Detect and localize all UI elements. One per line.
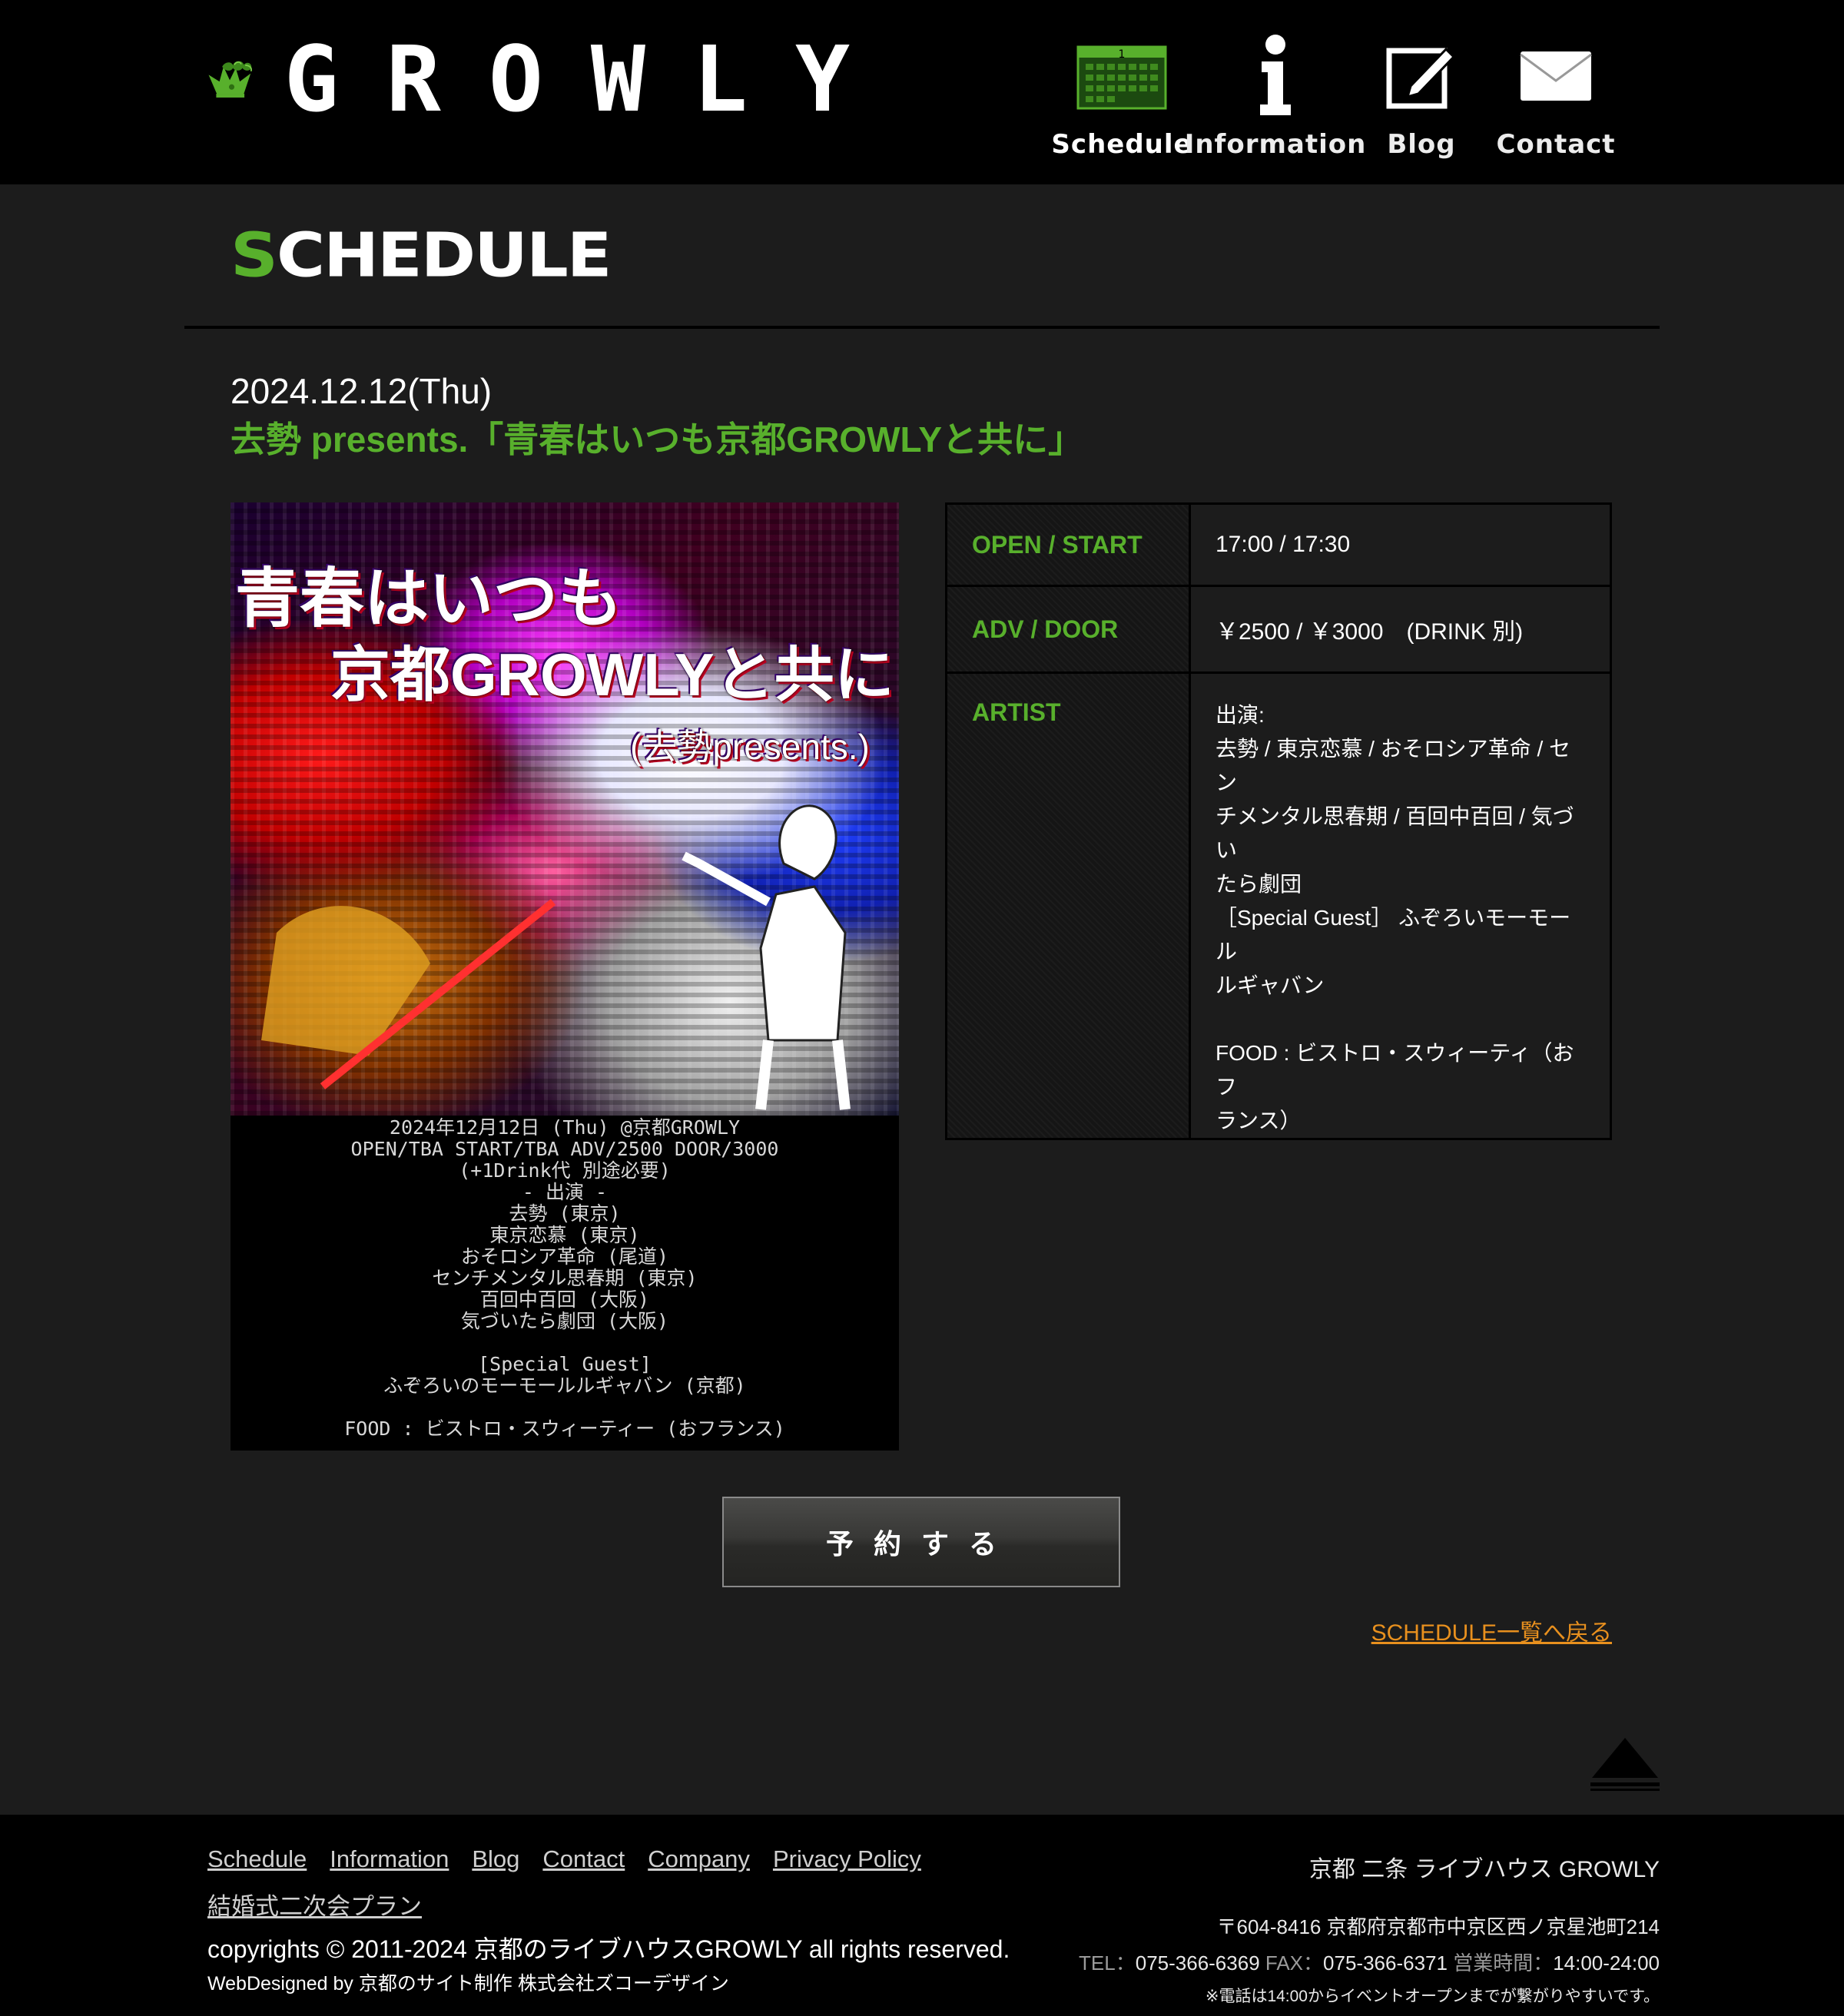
nav-contact[interactable]: Contact [1483,31,1629,160]
adv-door-label: ADV / DOOR [945,585,1191,674]
page-title-first-letter: S [230,220,278,291]
fax-number: 075-366-6371 [1323,1951,1448,1975]
artist-label: ARTIST [945,671,1191,1140]
artist-line: たら劇団 [1216,872,1302,896]
footer-link-schedule[interactable]: Schedule [207,1845,307,1873]
artist-value: 出演: 去勢 / 東京恋慕 / おそロシア革命 / セン チメンタル思春期 / … [1189,671,1612,1140]
crown-logo-icon [208,61,252,98]
info-icon [1252,31,1298,121]
artist-line: ランス） [1216,1109,1302,1132]
table-row: ARTIST 出演: 去勢 / 東京恋慕 / おそロシア革命 / セン チメンタ… [945,671,1612,1140]
artist-line [1216,1003,1585,1036]
artist-line: ルギャバン [1216,973,1325,997]
poster-info-line: ふぞろいのモーモールルギャバン (京都) [383,1374,746,1397]
poster-info-line: [Special Guest] [478,1353,652,1375]
venue-contact-line: TEL：075-366-6369 FAX：075-366-6371 営業時間：1… [1079,1948,1660,1976]
poster-info-line: センチメンタル思春期 (東京) [432,1267,698,1289]
phone-note: ※電話は14:00からイベントオープンまでが繋がりやすいです。 [1205,1988,1660,2005]
nav-blog[interactable]: Blog [1360,31,1483,160]
event-title: 去勢 presents.「青春はいつも京都GROWLYと共に」 [230,419,1084,459]
poster-info-gap [230,1332,899,1354]
venue-name: 京都 二条 ライブハウス GROWLY [1308,1857,1660,1882]
poster-info-line: 2024年12月12日 (Thu) @京都GROWLY [389,1116,741,1139]
tel-label: TEL： [1079,1951,1136,1975]
poster-title-line-3: (去勢presents.) [630,727,870,767]
page-title-rest: CHEDULE [276,220,612,291]
table-row: OPEN / START 17:00 / 17:30 [945,502,1612,587]
main-nav: 1 Schedule Information Blog Contact [1051,31,1629,160]
poster-info-line: 東京恋慕 (東京) [489,1224,640,1246]
web-design-credit: WebDesigned by 京都のサイト制作 株式会社ズコーデザイン [207,1973,729,1994]
poster-info-text: 2024年12月12日 (Thu) @京都GROWLY OPEN/TBA STA… [230,1117,899,1440]
tel-number: 075-366-6369 [1135,1951,1260,1975]
open-start-value: 17:00 / 17:30 [1189,502,1612,587]
artist-line: 出演: [1216,703,1265,727]
event-poster: 青春はいつも 京都GROWLYと共に (去勢presents.) 2024年12… [230,502,899,1451]
page-top-button[interactable] [1589,1738,1661,1792]
open-start-label: OPEN / START [945,502,1191,587]
svg-text:1: 1 [1119,48,1126,61]
poster-info-line: - 出演 - [522,1181,608,1203]
footer-link-information[interactable]: Information [330,1845,449,1873]
poster-title-line-2: 京都GROWLYと共に [330,641,894,708]
nav-information-label: Information [1184,129,1367,160]
footer-link-company[interactable]: Company [648,1845,750,1873]
site-header: GROWLY 1 Schedule Information Blog Conta… [0,0,1844,184]
artist-line: チメンタル思春期 / 百回中百回 / 気づい [1216,804,1574,862]
footer-link-wedding-plan[interactable]: 結婚式二次会プラン [207,1887,422,1922]
nav-blog-label: Blog [1387,129,1456,160]
back-to-schedule-link[interactable]: SCHEDULE一覧へ戻る [1371,1613,1612,1647]
envelope-icon [1519,31,1593,121]
nav-schedule-label: Schedule [1051,129,1192,160]
reserve-button[interactable]: 予約する [722,1497,1120,1587]
business-hours: 14:00-24:00 [1553,1951,1660,1975]
adv-door-value: ￥2500 / ￥3000 (DRINK 別) [1189,585,1612,674]
nav-information[interactable]: Information [1185,31,1365,160]
event-info-table: OPEN / START 17:00 / 17:30 ADV / DOOR ￥2… [945,502,1612,1140]
artist-line: FOOD : ビストロ・スウィーティ（おフ [1216,1041,1574,1099]
footer-link-contact[interactable]: Contact [542,1845,625,1873]
poster-title-line-1: 青春はいつも [235,562,623,635]
hours-label: 営業時間： [1453,1951,1554,1975]
poster-info-line: 百回中百回 (大阪) [479,1288,650,1311]
calendar-icon: 1 [1076,31,1167,121]
nav-contact-label: Contact [1496,129,1616,160]
artist-line: 去勢 / 東京恋慕 / おそロシア革命 / セン [1216,737,1571,794]
artist-line: ［Special Guest］ ふぞろいモーモール [1216,906,1571,963]
up-triangle-icon [1590,1738,1660,1791]
footer-link-blog[interactable]: Blog [472,1845,519,1873]
footer-link-privacy-policy[interactable]: Privacy Policy [773,1845,921,1873]
pencil-note-icon [1386,31,1457,121]
footer-nav: Schedule Information Blog Contact Compan… [207,1845,976,1935]
table-row: ADV / DOOR ￥2500 / ￥3000 (DRINK 別) [945,585,1612,674]
poster-info-line: 気づいたら劇団 (大阪) [460,1310,669,1332]
poster-info-line: OPEN/TBA START/TBA ADV/2500 DOOR/3000 [350,1138,779,1160]
poster-artwork: 青春はいつも 京都GROWLYと共に (去勢presents.) [230,502,899,1116]
poster-info-line: (+1Drink代 別途必要) [459,1159,671,1182]
poster-info-line: FOOD : ビストロ・スウィーティー (おフランス) [344,1418,785,1440]
heading-divider [184,326,1660,329]
logo-wordmark: GROWLY [284,26,897,132]
poster-info-line: おそロシア革命 (尾道) [460,1245,669,1268]
fax-label: FAX： [1265,1951,1324,1975]
event-date: 2024.12.12(Thu) [230,371,493,411]
venue-address: 〒604-8416 京都府京都市中京区西ノ京星池町214 [1216,1915,1660,1938]
site-footer: Schedule Information Blog Contact Compan… [0,1815,1844,2016]
venue-info: 京都 二条 ライブハウス GROWLY 〒604-8416 京都府京都市中京区西… [1079,1850,1660,2007]
poster-info-gap [230,1397,899,1418]
copyright: copyrights © 2011-2024 京都のライブハウスGROWLY a… [207,1935,1010,1963]
poster-info-line: 去勢 (東京) [509,1202,621,1225]
page-title: SCHEDULE [230,225,612,286]
site-logo[interactable]: GROWLY [206,22,897,137]
nav-schedule[interactable]: 1 Schedule [1051,31,1192,160]
